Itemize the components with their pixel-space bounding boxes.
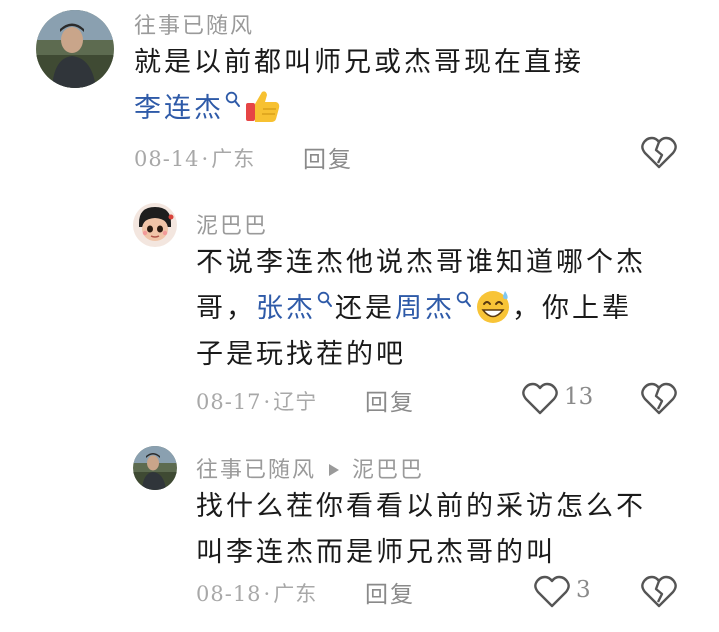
comment-text: 就是以前都叫师兄或杰哥现在直接 李连杰 [134, 40, 694, 132]
reply-button[interactable]: 回复 [365, 383, 415, 417]
comment-meta: 08-14·广东 [134, 143, 255, 173]
dislike-button[interactable] [641, 382, 677, 420]
avatar[interactable] [133, 446, 177, 490]
search-link[interactable]: 李连杰 [134, 93, 224, 124]
comment-meta: 08-18·广东 [196, 578, 317, 608]
like-button[interactable] [522, 382, 558, 420]
separator: · [263, 582, 272, 606]
username[interactable]: 往事已随风 [134, 8, 254, 40]
comment-location: 辽宁 [273, 390, 318, 414]
comment-text-segment: ，你上辈 [512, 293, 632, 324]
avatar[interactable] [36, 10, 114, 88]
comment-text: 找什么茬你看看以前的采访怎么不 叫李连杰而是师兄杰哥的叫 [196, 484, 696, 576]
reply-arrow-icon [329, 464, 340, 476]
comment-text-segment: 哥， [196, 293, 256, 324]
comment-date: 08-18 [196, 582, 262, 606]
dislike-button[interactable] [641, 575, 677, 613]
comment-date: 08-17 [196, 390, 262, 414]
like-count: 13 [564, 384, 594, 410]
search-icon[interactable] [317, 291, 333, 309]
comment-text-line: 就是以前都叫师兄或杰哥现在直接 [134, 47, 584, 78]
comment-text-segment: 还是 [335, 293, 395, 324]
reply-button[interactable]: 回复 [303, 140, 353, 174]
separator: · [263, 390, 272, 414]
heart-icon [534, 575, 570, 608]
sweat-smile-emoji-icon [477, 291, 509, 323]
username[interactable]: 往事已随风 [196, 458, 316, 483]
comment-thread: 往事已随风 就是以前都叫师兄或杰哥现在直接 李连杰 08-14·广东 回复 泥巴… [0, 0, 719, 632]
reply-header: 往事已随风 泥巴巴 [196, 452, 424, 484]
thumbs-up-emoji-icon [246, 91, 280, 122]
broken-heart-icon [641, 136, 677, 169]
dislike-button[interactable] [641, 136, 677, 174]
like-count: 3 [576, 577, 591, 603]
username[interactable]: 泥巴巴 [196, 208, 268, 240]
comment-text: 不说李连杰他说杰哥谁知道哪个杰 哥，张杰 还是周杰 ，你上辈 子是玩找茬的吧 [196, 240, 696, 378]
reply-button[interactable]: 回复 [365, 575, 415, 609]
broken-heart-icon [641, 382, 677, 415]
comment-location: 广东 [211, 147, 256, 171]
comment-text-line: 找什么茬你看看以前的采访怎么不 [196, 491, 646, 522]
comment-location: 广东 [273, 582, 318, 606]
search-icon[interactable] [225, 91, 241, 109]
reply-to-username[interactable]: 泥巴巴 [352, 458, 424, 483]
comment-meta: 08-17·辽宁 [196, 386, 317, 416]
comment-date: 08-14 [134, 147, 200, 171]
search-link[interactable]: 张杰 [256, 293, 316, 324]
comment-text-line: 不说李连杰他说杰哥谁知道哪个杰 [196, 247, 646, 278]
separator: · [201, 147, 210, 171]
heart-icon [522, 382, 558, 415]
avatar[interactable] [133, 203, 177, 247]
comment-text-line: 叫李连杰而是师兄杰哥的叫 [196, 537, 556, 568]
like-button[interactable] [534, 575, 570, 613]
comment-text-line: 子是玩找茬的吧 [196, 339, 406, 370]
search-icon[interactable] [456, 291, 472, 309]
search-link[interactable]: 周杰 [395, 293, 455, 324]
broken-heart-icon [641, 575, 677, 608]
